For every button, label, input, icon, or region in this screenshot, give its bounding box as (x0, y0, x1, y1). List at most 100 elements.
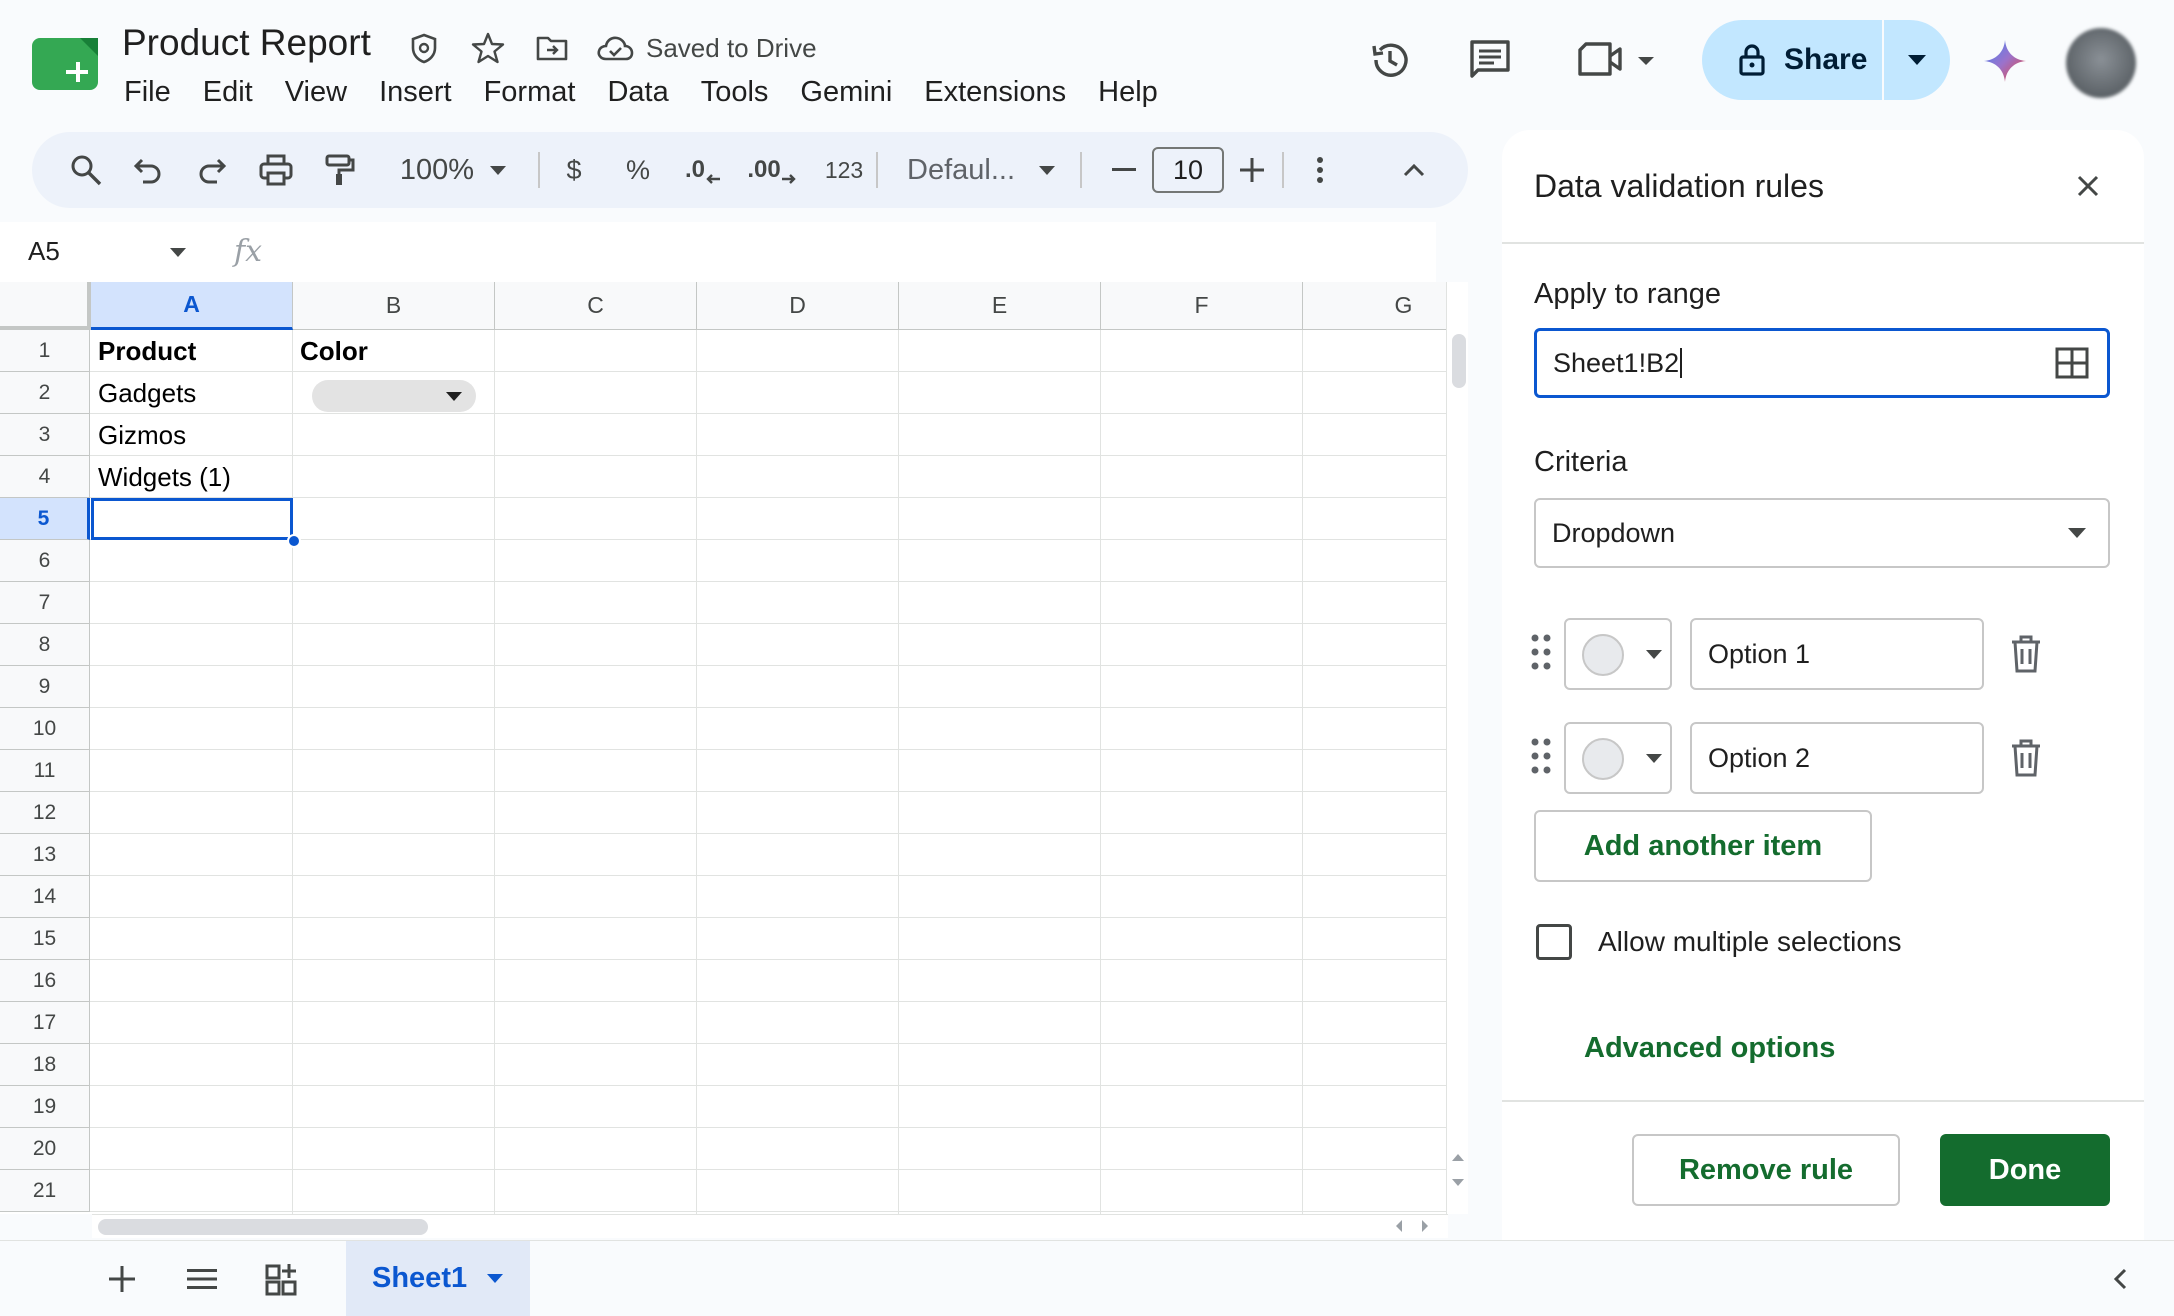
scroll-down-icon[interactable] (1451, 1178, 1465, 1188)
row-header[interactable]: 19 (0, 1086, 90, 1128)
explore-icon[interactable] (256, 1253, 308, 1305)
row-header[interactable]: 13 (0, 834, 90, 876)
version-history-icon[interactable] (1366, 36, 1414, 84)
delete-icon[interactable] (2008, 738, 2044, 778)
row-header[interactable]: 14 (0, 876, 90, 918)
column-header-c[interactable]: C (495, 282, 697, 330)
delete-icon[interactable] (2008, 634, 2044, 674)
option-value-input[interactable]: Option 2 (1690, 722, 1984, 794)
menu-help[interactable]: Help (1082, 70, 1174, 114)
allow-multiple-label[interactable]: Allow multiple selections (1598, 926, 1901, 958)
vertical-scrollbar[interactable] (1446, 282, 1468, 1214)
all-sheets-icon[interactable] (176, 1253, 228, 1305)
row-header[interactable]: 6 (0, 540, 90, 582)
zoom-select[interactable]: 100% (388, 146, 518, 194)
print-icon[interactable] (254, 146, 298, 194)
row-header[interactable]: 7 (0, 582, 90, 624)
redo-icon[interactable] (190, 146, 234, 194)
column-header-f[interactable]: F (1101, 282, 1303, 330)
allow-multiple-checkbox[interactable] (1536, 924, 1572, 960)
option-color-picker[interactable] (1564, 722, 1672, 794)
menu-extensions[interactable]: Extensions (908, 70, 1082, 114)
cell-a1[interactable]: Product (98, 330, 196, 372)
cell-a4[interactable]: Widgets (1) (98, 456, 231, 498)
fill-handle[interactable] (287, 534, 301, 548)
dropdown-chip[interactable] (312, 380, 476, 412)
percent-format-button[interactable]: % (616, 146, 660, 194)
drag-handle-icon[interactable] (1530, 736, 1552, 776)
menu-format[interactable]: Format (468, 70, 592, 114)
currency-format-button[interactable]: $ (552, 146, 596, 194)
range-input[interactable]: Sheet1!B2 (1534, 328, 2110, 398)
vertical-scroll-thumb[interactable] (1452, 334, 1466, 388)
share-button[interactable]: Share (1702, 20, 1882, 100)
move-to-folder-icon[interactable] (534, 30, 570, 66)
meet-icon[interactable] (1574, 36, 1658, 84)
column-header-d[interactable]: D (697, 282, 899, 330)
decrease-decimal-button[interactable]: .0 (678, 146, 728, 194)
undo-icon[interactable] (126, 146, 170, 194)
drag-handle-icon[interactable] (1530, 632, 1552, 672)
add-sheet-icon[interactable] (96, 1253, 148, 1305)
shield-icon[interactable] (406, 30, 442, 66)
select-range-icon[interactable] (2055, 347, 2089, 379)
selected-cell[interactable] (91, 498, 293, 540)
cell-a2[interactable]: Gadgets (98, 372, 196, 414)
menu-data[interactable]: Data (591, 70, 684, 114)
row-header[interactable]: 5 (0, 498, 90, 540)
increase-decimal-button[interactable]: .00 (744, 146, 800, 194)
row-header[interactable]: 20 (0, 1128, 90, 1170)
row-header[interactable]: 2 (0, 372, 90, 414)
paint-format-icon[interactable] (318, 146, 362, 194)
column-header-g[interactable]: G (1303, 282, 1450, 330)
name-box-caret-icon[interactable] (170, 248, 186, 257)
collapse-side-panel-icon[interactable] (2094, 1253, 2146, 1305)
comments-icon[interactable] (1466, 36, 1514, 84)
menu-file[interactable]: File (108, 70, 187, 114)
row-header[interactable]: 16 (0, 960, 90, 1002)
row-header[interactable]: 15 (0, 918, 90, 960)
scroll-left-icon[interactable] (1394, 1219, 1404, 1233)
row-header[interactable]: 4 (0, 456, 90, 498)
share-options-button[interactable] (1884, 20, 1950, 100)
increase-font-size-icon[interactable] (1232, 146, 1272, 194)
row-header[interactable]: 1 (0, 330, 90, 372)
more-formats-button[interactable]: 123 (816, 146, 872, 194)
font-select[interactable]: Defaul... (898, 146, 1064, 194)
account-avatar[interactable] (2066, 28, 2136, 98)
star-icon[interactable] (470, 30, 506, 66)
cell-a3[interactable]: Gizmos (98, 414, 186, 456)
collapse-menus-icon[interactable] (1390, 146, 1438, 194)
remove-rule-button[interactable]: Remove rule (1632, 1134, 1900, 1206)
menu-gemini[interactable]: Gemini (784, 70, 908, 114)
menu-view[interactable]: View (269, 70, 363, 114)
criteria-select[interactable]: Dropdown (1534, 498, 2110, 568)
option-value-input[interactable]: Option 1 (1690, 618, 1984, 690)
search-menus-icon[interactable] (62, 146, 110, 194)
row-header[interactable]: 3 (0, 414, 90, 456)
gemini-icon[interactable] (1982, 38, 2028, 84)
more-options-icon[interactable] (1300, 146, 1340, 194)
row-header[interactable]: 9 (0, 666, 90, 708)
row-header[interactable]: 21 (0, 1170, 90, 1212)
done-button[interactable]: Done (1940, 1134, 2110, 1206)
add-another-item-button[interactable]: Add another item (1534, 810, 1872, 882)
formula-input[interactable] (276, 228, 1436, 278)
row-header[interactable]: 12 (0, 792, 90, 834)
document-title[interactable]: Product Report (122, 22, 371, 64)
row-header[interactable]: 8 (0, 624, 90, 666)
select-all-corner[interactable] (0, 282, 91, 330)
menu-insert[interactable]: Insert (363, 70, 468, 114)
horizontal-scrollbar[interactable] (92, 1214, 1448, 1238)
sheets-logo-icon[interactable] (30, 36, 102, 92)
column-header-e[interactable]: E (899, 282, 1101, 330)
option-color-picker[interactable] (1564, 618, 1672, 690)
scroll-right-icon[interactable] (1420, 1219, 1430, 1233)
column-header-a[interactable]: A (91, 282, 293, 330)
row-header[interactable]: 17 (0, 1002, 90, 1044)
menu-tools[interactable]: Tools (685, 70, 785, 114)
advanced-options-toggle[interactable]: Advanced options (1584, 1032, 1835, 1065)
row-header[interactable]: 18 (0, 1044, 90, 1086)
row-header[interactable]: 10 (0, 708, 90, 750)
save-status[interactable]: Saved to Drive (596, 30, 817, 66)
